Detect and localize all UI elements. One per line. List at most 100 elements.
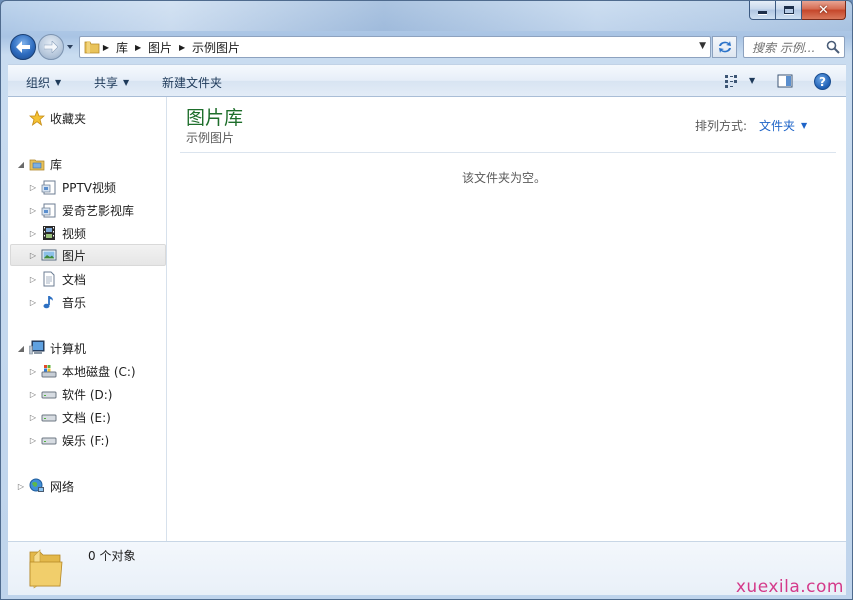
new-folder-button[interactable]: 新建文件夹 <box>162 74 222 91</box>
watermark-text: xuexila.com <box>735 577 844 597</box>
tree-iqiyi-label: 爱奇艺影视库 <box>62 203 135 218</box>
breadcrumb-separator[interactable]: ▶ <box>100 43 112 52</box>
expand-arrow-icon[interactable]: ▷ <box>28 413 38 422</box>
tree-music-label: 音乐 <box>62 295 87 310</box>
tree-documents-label: 文档 <box>62 272 87 287</box>
tree-network[interactable]: ▷ 网络 <box>16 475 74 497</box>
details-pane: 0 个对象 <box>8 541 846 595</box>
breadcrumb-sample-pictures[interactable]: 示例图片 <box>188 39 244 56</box>
tree-library-item[interactable]: ▷ 文档 <box>28 268 86 290</box>
arrange-by-dropdown[interactable]: 文件夹 ▼ <box>759 117 807 134</box>
organize-label: 组织 <box>26 76 51 90</box>
expand-arrow-icon[interactable]: ▷ <box>16 482 26 491</box>
tree-network-label: 网络 <box>50 479 75 494</box>
tree-drive-e-label: 文档 (E:) <box>62 410 111 425</box>
refresh-button[interactable] <box>712 36 737 58</box>
address-bar[interactable]: ▶ 库 ▶ 图片 ▶ 示例图片 ▼ <box>79 36 711 58</box>
tree-library-item[interactable]: ▷ 爱奇艺影视库 <box>28 199 134 221</box>
explorer-window: ✕ ▶ 库 ▶ 图片 ▶ 示例图片 ▼ 搜索 示例... 组织 ▼ 共享 ▼ 新… <box>0 0 853 600</box>
expand-arrow-icon[interactable]: ▷ <box>28 436 38 445</box>
forward-button[interactable] <box>38 34 64 60</box>
tree-libraries-label: 库 <box>50 157 63 172</box>
expand-arrow-icon[interactable]: ▷ <box>28 229 38 238</box>
tree-favorites[interactable]: 收藏夹 <box>16 107 86 129</box>
tree-computer-label: 计算机 <box>50 341 87 356</box>
tree-pptv-label: PPTV视频 <box>62 180 117 195</box>
chevron-down-icon: ▼ <box>123 78 130 87</box>
chevron-down-icon: ▼ <box>801 121 808 130</box>
share-label: 共享 <box>94 76 119 90</box>
library-folder-icon <box>29 156 45 172</box>
help-icon[interactable]: ? <box>814 73 831 90</box>
search-input[interactable]: 搜索 示例... <box>743 36 845 58</box>
caption-buttons: ✕ <box>749 1 846 20</box>
search-icon[interactable] <box>826 40 840 54</box>
minimize-icon <box>758 11 767 14</box>
tree-drive-item[interactable]: ▷ 本地磁盘 (C:) <box>28 360 136 382</box>
tree-drive-item[interactable]: ▷ 文档 (E:) <box>28 406 111 428</box>
close-button[interactable]: ✕ <box>802 1 846 20</box>
recent-pages-dropdown[interactable] <box>65 42 75 52</box>
navigation-bar: ▶ 库 ▶ 图片 ▶ 示例图片 ▼ 搜索 示例... <box>1 31 852 63</box>
expand-arrow-icon[interactable]: ▷ <box>28 275 38 284</box>
close-icon: ✕ <box>818 2 829 18</box>
share-button[interactable]: 共享 ▼ <box>94 74 129 91</box>
tree-videos-label: 视频 <box>62 226 87 241</box>
collapse-arrow-icon[interactable]: ◢ <box>16 344 26 353</box>
arrange-by-value: 文件夹 <box>759 119 796 133</box>
new-folder-label: 新建文件夹 <box>162 76 223 90</box>
header-divider <box>180 152 836 153</box>
tree-favorites-label: 收藏夹 <box>50 111 87 126</box>
tree-computer[interactable]: ◢ 计算机 <box>16 337 86 359</box>
expand-arrow-icon[interactable]: ▷ <box>28 298 38 307</box>
tree-library-item[interactable]: ▷ 音乐 <box>28 291 86 313</box>
tree-drive-c-label: 本地磁盘 (C:) <box>62 364 136 379</box>
tree-pictures-selected[interactable]: ▷ 图片 <box>10 244 166 266</box>
view-options-dropdown[interactable]: ▼ <box>749 76 755 85</box>
breadcrumb-separator[interactable]: ▶ <box>132 43 144 52</box>
expand-arrow-icon[interactable]: ▷ <box>28 183 38 192</box>
hard-drive-icon <box>41 432 57 448</box>
expand-arrow-icon[interactable]: ▷ <box>28 251 38 260</box>
address-history-dropdown[interactable]: ▼ <box>699 41 706 51</box>
system-drive-icon <box>41 363 57 379</box>
tree-drive-item[interactable]: ▷ 娱乐 (F:) <box>28 429 109 451</box>
arrange-by-label: 排列方式: <box>695 119 748 133</box>
folder-icon <box>84 41 100 54</box>
breadcrumb-separator[interactable]: ▶ <box>176 43 188 52</box>
document-library-icon <box>41 202 57 218</box>
breadcrumb-libraries[interactable]: 库 <box>112 39 132 56</box>
maximize-button[interactable] <box>776 1 802 20</box>
library-title: 图片库 <box>186 107 244 129</box>
collapse-arrow-icon[interactable]: ◢ <box>16 160 26 169</box>
expand-arrow-icon[interactable]: ▷ <box>28 390 38 399</box>
chevron-down-icon: ▼ <box>55 78 62 87</box>
tree-pictures-label: 图片 <box>62 248 87 263</box>
document-icon <box>41 271 57 287</box>
refresh-icon <box>718 41 731 53</box>
expand-arrow-icon[interactable]: ▷ <box>28 367 38 376</box>
arrow-left-icon <box>16 41 30 53</box>
breadcrumb-pictures[interactable]: 图片 <box>144 39 176 56</box>
preview-pane-icon[interactable] <box>777 73 793 89</box>
tree-library-item[interactable]: ▷ PPTV视频 <box>28 176 116 198</box>
hard-drive-icon <box>41 386 57 402</box>
back-button[interactable] <box>10 34 36 60</box>
star-icon <box>29 110 45 126</box>
tree-drive-item[interactable]: ▷ 软件 (D:) <box>28 383 113 405</box>
file-list-pane[interactable]: 图片库 示例图片 排列方式: 文件夹 ▼ 该文件夹为空。 <box>168 97 846 541</box>
picture-icon <box>41 247 57 263</box>
network-globe-icon <box>29 478 45 494</box>
minimize-button[interactable] <box>749 1 776 20</box>
view-options-icon[interactable] <box>724 73 740 89</box>
navigation-pane[interactable]: 收藏夹 ◢ 库 ▷ PPTV视频 ▷ 爱奇艺影视库 ▷ 视频 ▷ 图片 ▷ 文档… <box>8 97 167 541</box>
empty-folder-message: 该文件夹为空。 <box>461 171 546 185</box>
expand-arrow-icon[interactable]: ▷ <box>28 206 38 215</box>
arrow-right-icon <box>44 41 58 53</box>
tree-libraries[interactable]: ◢ 库 <box>16 153 62 175</box>
search-placeholder: 搜索 示例... <box>752 40 816 55</box>
computer-icon <box>29 340 45 356</box>
organize-button[interactable]: 组织 ▼ <box>26 74 61 91</box>
tree-library-item[interactable]: ▷ 视频 <box>28 222 86 244</box>
content-area: 收藏夹 ◢ 库 ▷ PPTV视频 ▷ 爱奇艺影视库 ▷ 视频 ▷ 图片 ▷ 文档… <box>8 97 846 541</box>
